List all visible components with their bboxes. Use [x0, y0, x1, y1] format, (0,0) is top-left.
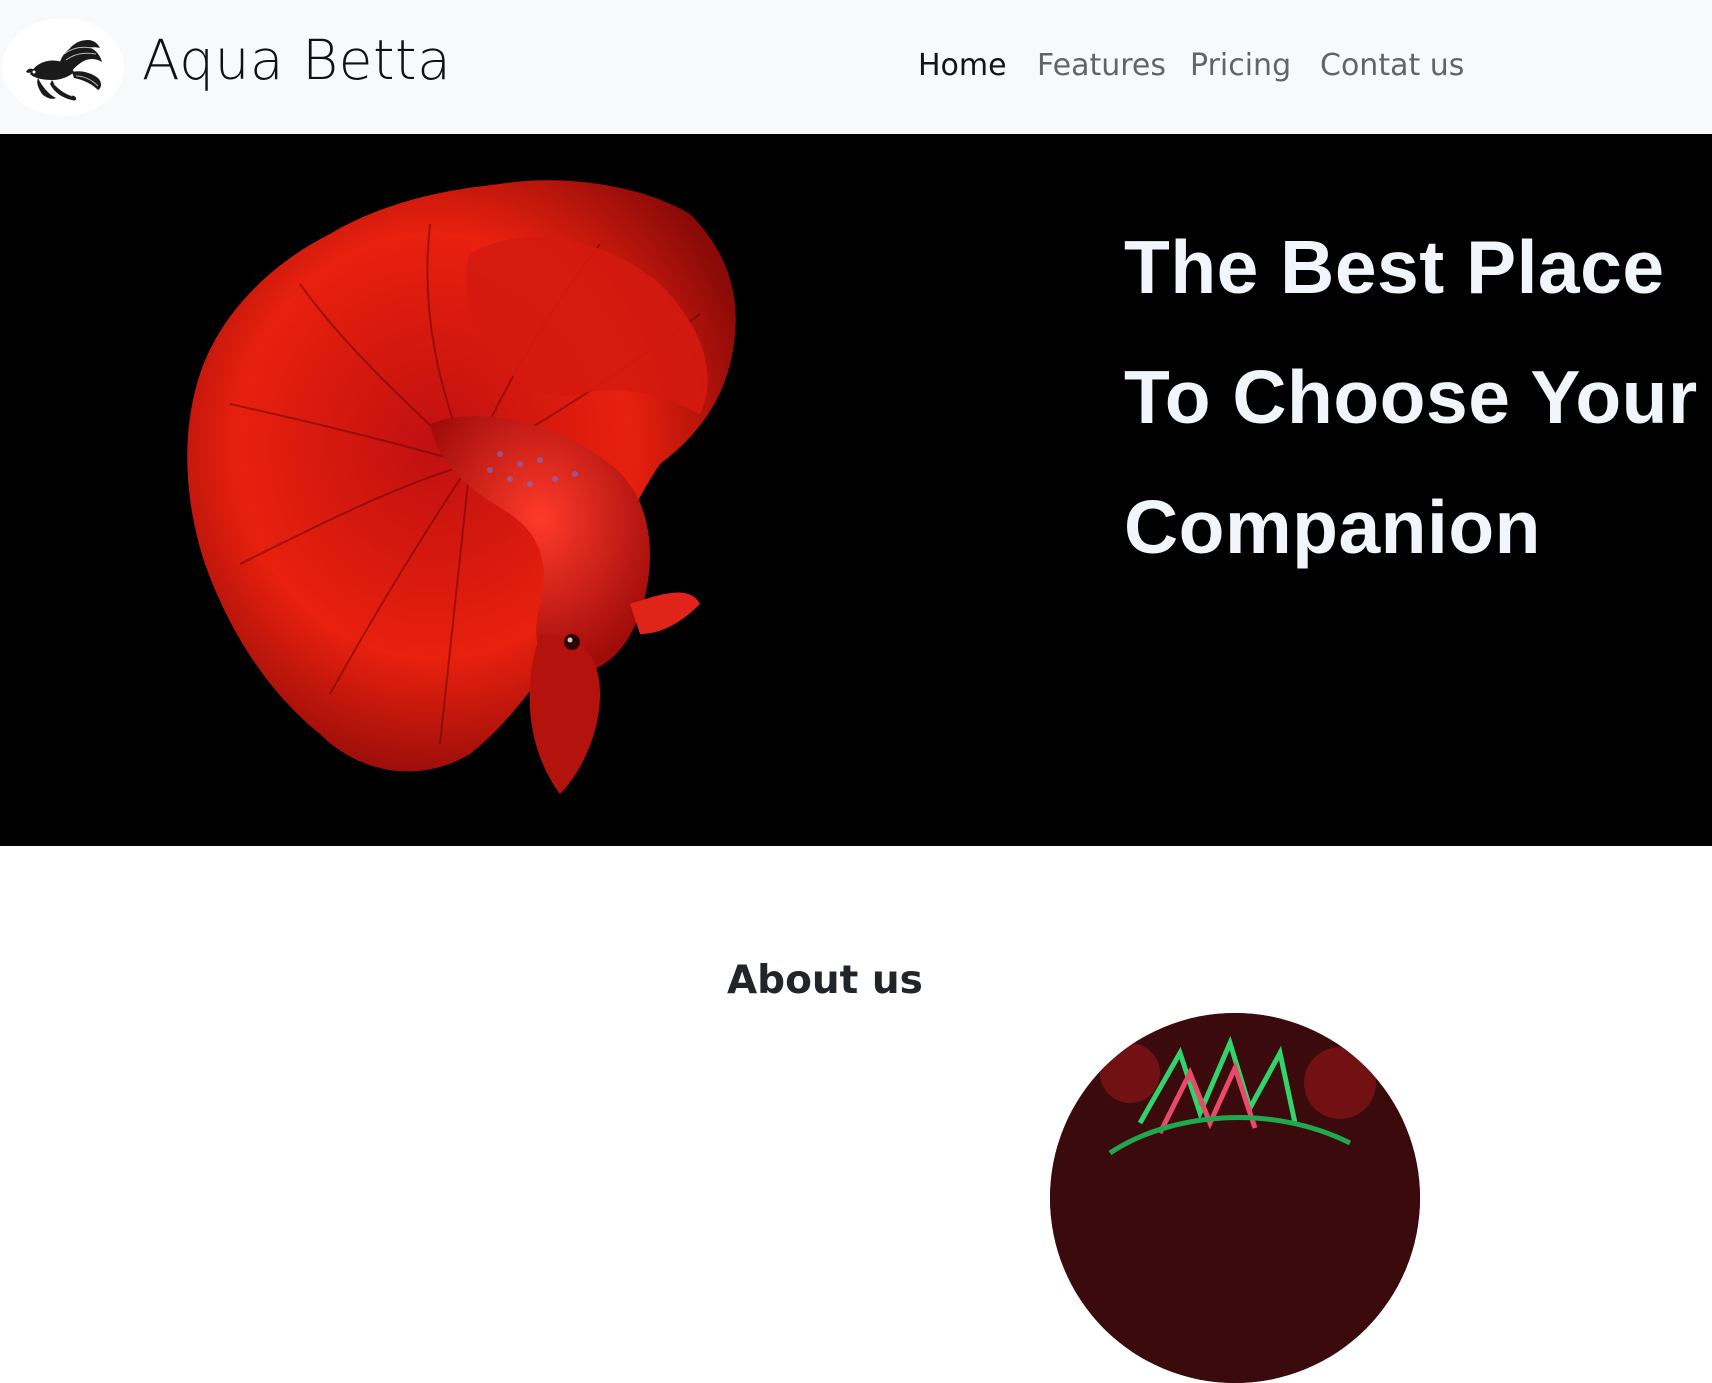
hero-banner: The Best Place To Choose Your Companion [0, 134, 1712, 846]
nav-link-home[interactable]: Home [918, 46, 1007, 86]
colorful-betta-circle-image [1050, 1013, 1420, 1383]
hero-headline-line-3: Companion [1124, 485, 1541, 569]
brand-name[interactable]: Aqua Betta [142, 24, 451, 96]
navbar: Aqua Betta Home Features Pricing Contat … [0, 0, 1712, 134]
betta-fish-logo-icon[interactable] [2, 18, 124, 116]
about-us-heading: About us [727, 958, 923, 1003]
hero-headline: The Best Place To Choose Your Companion [1124, 202, 1712, 592]
nav-link-pricing[interactable]: Pricing [1190, 46, 1291, 86]
hero-headline-line-1: The Best Place [1124, 225, 1665, 309]
nav-link-features[interactable]: Features [1037, 46, 1166, 86]
nav-link-contact[interactable]: Contat us [1320, 46, 1464, 86]
hero-headline-line-2: To Choose Your [1124, 355, 1698, 439]
